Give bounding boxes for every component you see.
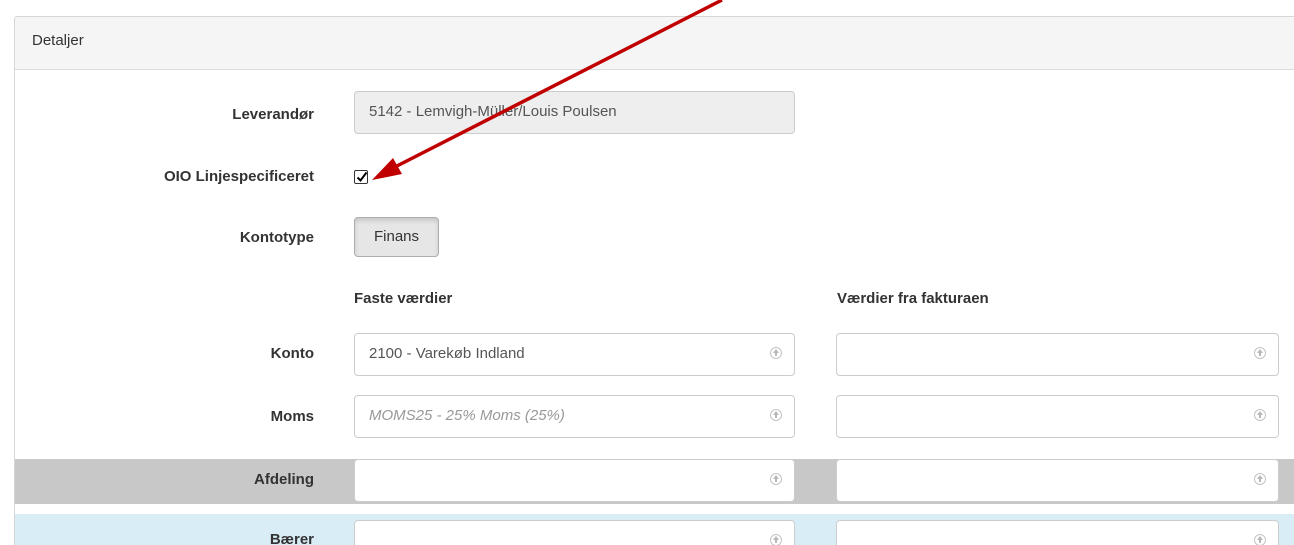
panel-title: Detaljer [15,17,1294,70]
supplier-field: 5142 - Lemvigh-Müller/Louis Poulsen [354,91,795,134]
moms-fixed-placeholder: MOMS25 - 25% Moms (25%) [369,407,565,424]
konto-invoice-input[interactable] [836,333,1279,376]
konto-label: Konto [270,345,314,362]
afdeling-invoice-input[interactable] [836,459,1279,502]
konto-fixed-value: 2100 - Varekøb Indland [369,345,525,362]
supplier-label: Leverandør [232,106,314,123]
updown-circle-icon [770,473,782,485]
account-type-label: Kontotype [239,229,314,246]
baerer-fixed-input[interactable] [354,520,795,545]
updown-circle-icon [1254,409,1266,421]
moms-invoice-input[interactable] [836,395,1279,438]
invoice-values-heading: Værdier fra fakturaen [837,290,989,307]
updown-circle-icon [1254,534,1266,545]
updown-circle-icon [770,534,782,545]
konto-fixed-input[interactable]: 2100 - Varekøb Indland [354,333,795,376]
checkmark-icon [356,171,368,183]
baerer-label: Bærer [269,531,314,545]
updown-circle-icon [1254,473,1266,485]
baerer-invoice-input[interactable] [836,520,1279,545]
afdeling-fixed-input[interactable] [354,459,795,502]
details-panel: Detaljer Leverandør 5142 - Lemvigh-Mülle… [14,16,1294,545]
moms-label: Moms [270,408,314,425]
afdeling-label: Afdeling [254,471,314,488]
updown-circle-icon [770,409,782,421]
updown-circle-icon [770,347,782,359]
updown-circle-icon [1254,347,1266,359]
account-type-finans-button[interactable]: Finans [354,217,439,257]
fixed-values-heading: Faste værdier [354,290,453,307]
oio-label: OIO Linjespecificeret [163,168,314,185]
moms-fixed-input[interactable]: MOMS25 - 25% Moms (25%) [354,395,795,438]
oio-checkbox[interactable] [354,170,368,184]
